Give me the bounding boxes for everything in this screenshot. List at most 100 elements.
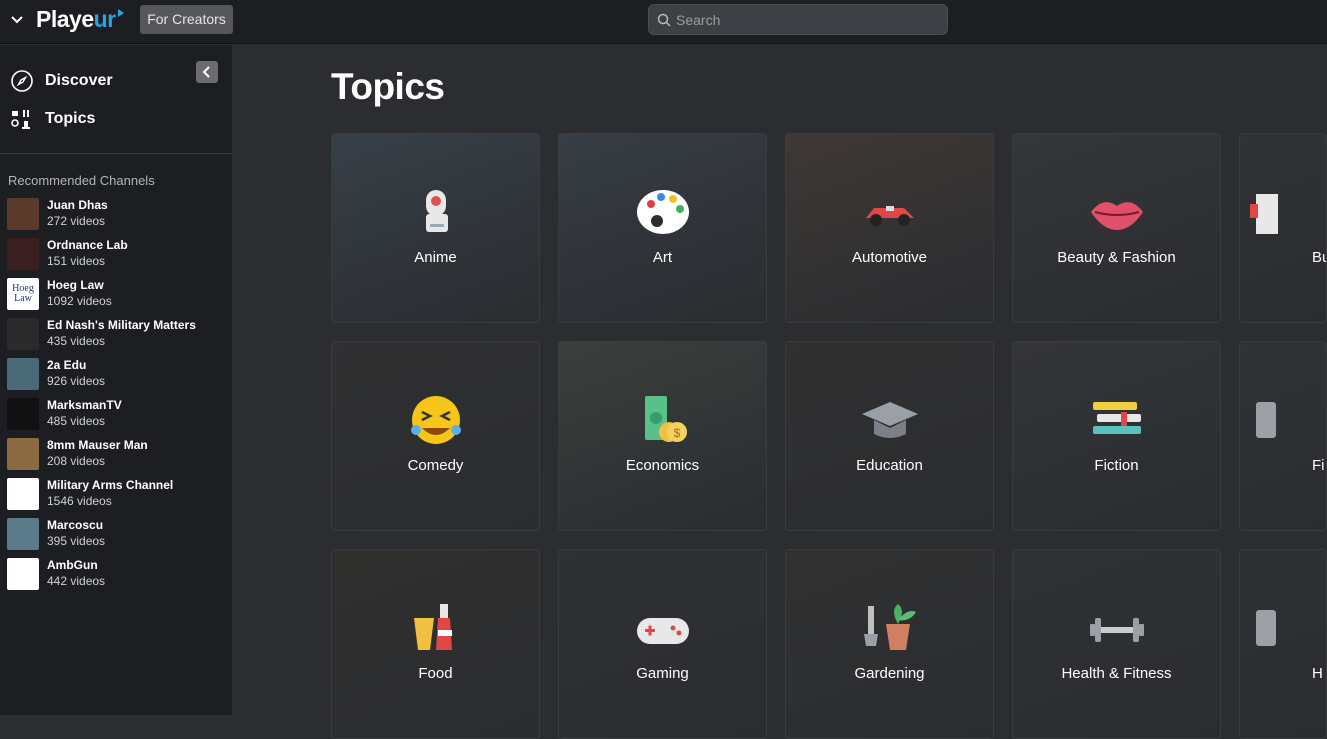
channel-name: Ed Nash's Military Matters [47,318,196,332]
topic-card[interactable]: Food [331,549,540,739]
channel-name: 8mm Mauser Man [47,438,148,452]
recommended-channels-heading: Recommended Channels [8,173,155,188]
topic-card[interactable]: Gaming [558,549,767,739]
topic-label: Economics [625,457,700,474]
books-icon [1092,402,1141,434]
drinks-icon [413,604,452,650]
channel-item[interactable]: Ordnance Lab 151 videos [7,237,227,271]
topic-label: Fiction [1094,457,1139,474]
channel-video-count: 1546 videos [47,494,112,508]
search-input[interactable] [676,5,936,34]
topic-card[interactable]: Art [558,133,767,323]
topic-card[interactable]: Health & Fitness [1012,549,1221,739]
topic-label: Beauty & Fashion [1057,249,1176,266]
topic-card[interactable]: Gardening [785,549,994,739]
search-icon [657,13,671,27]
topic-card[interactable]: Anime [331,133,540,323]
topic-label: Education [856,457,923,474]
channel-item[interactable]: MarksmanTV 485 videos [7,397,227,431]
nav-label-topics: Topics [45,110,96,127]
generic-icon [1256,402,1276,438]
channel-item[interactable]: 2a Edu 926 videos [7,357,227,391]
nav-item-topics[interactable]: Topics [10,105,95,133]
topic-label: Gaming [636,665,689,682]
channel-avatar [7,438,39,470]
svg-text:$: $ [673,426,680,440]
channel-name: Juan Dhas [47,198,108,212]
channel-item[interactable]: 8mm Mauser Man 208 videos [7,437,227,471]
for-creators-button[interactable]: For Creators [140,5,233,34]
topic-label: Art [652,249,673,266]
topic-label: Anime [414,249,457,266]
logo-text: Playe [36,6,94,32]
channel-avatar [7,318,39,350]
topic-card[interactable]: Automotive [785,133,994,323]
nav-item-discover[interactable]: Discover [10,67,113,95]
channel-item[interactable]: Marcoscu 395 videos [7,517,227,551]
laughing-face-icon [410,396,461,444]
channel-name: MarksmanTV [47,398,122,412]
logo-arrow-icon [117,9,124,17]
channel-avatar [7,358,39,390]
sidebar-divider [0,153,232,154]
palette-icon [636,190,689,234]
channel-item[interactable]: Ed Nash's Military Matters 435 videos [7,317,227,351]
channel-avatar [7,518,39,550]
channel-video-count: 208 videos [47,454,106,468]
topic-label: Gardening [854,665,925,682]
sidebar: Discover Topics Recommended Channels Jua… [0,45,232,715]
topic-label: Fi [1312,457,1325,474]
lips-icon [1090,202,1143,230]
topic-label: Health & Fitness [1061,665,1172,682]
money-icon: $ [644,396,687,442]
dumbbell-icon [1089,618,1144,642]
channel-name: Marcoscu [47,518,104,532]
channel-video-count: 151 videos [47,254,106,268]
topic-card[interactable]: Comedy [331,341,540,531]
channel-video-count: 926 videos [47,374,106,388]
building-icon [1250,194,1278,234]
channel-item[interactable]: AmbGun 442 videos [7,557,227,591]
channel-avatar [7,398,39,430]
race-car-icon [865,206,914,226]
plant-pot-icon [863,604,916,650]
channel-avatar: Hoeg Law [7,278,39,310]
chevron-down-icon[interactable] [8,10,26,28]
search-box[interactable] [648,4,948,35]
topic-card[interactable]: Bu [1239,133,1327,323]
collapse-sidebar-button[interactable] [196,61,218,83]
compass-icon [11,70,33,92]
channel-avatar-mark: Hoeg Law [12,283,34,304]
channel-video-count: 442 videos [47,574,106,588]
channel-item[interactable]: Military Arms Channel 1546 videos [7,477,227,511]
channel-name: Hoeg Law [47,278,104,292]
channel-avatar [7,238,39,270]
robot-icon [425,190,448,232]
channel-video-count: 1092 videos [47,294,112,308]
topic-label: Comedy [407,457,464,474]
channel-item[interactable]: Juan Dhas 272 videos [7,197,227,231]
topic-card[interactable]: Fiction [1012,341,1221,531]
channel-item[interactable]: Hoeg Law Hoeg Law 1092 videos [7,277,227,311]
topic-card[interactable]: Fi [1239,341,1327,531]
playeur-logo[interactable]: Playeur [36,6,124,33]
topic-card[interactable]: $ Economics [558,341,767,531]
topic-card[interactable]: Education [785,341,994,531]
gamepad-icon [636,618,689,644]
logo-accent-text: ur [93,6,117,32]
channel-avatar [7,478,39,510]
topic-card[interactable]: Beauty & Fashion [1012,133,1221,323]
channel-video-count: 485 videos [47,414,106,428]
generic-icon [1256,610,1276,646]
graduation-cap-icon [861,402,918,438]
topic-label: Food [418,665,453,682]
topic-label: Bu [1312,249,1326,266]
topic-card[interactable]: H [1239,549,1327,739]
chevron-left-icon [202,66,210,78]
channel-video-count: 272 videos [47,214,106,228]
channel-name: Military Arms Channel [47,478,174,492]
channel-video-count: 395 videos [47,534,106,548]
channel-name: 2a Edu [47,358,87,372]
page-title: Topics [331,66,445,107]
channel-avatar [7,198,39,230]
